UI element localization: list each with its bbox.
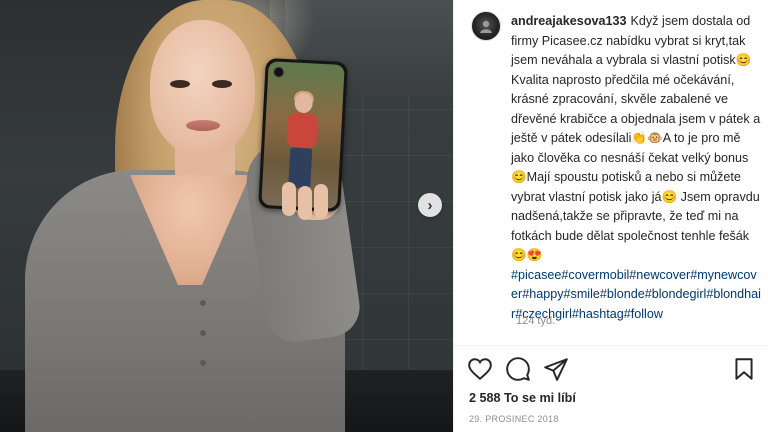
- child-head: [294, 92, 314, 114]
- child-red-jacket: [286, 112, 319, 149]
- caption-text: andreajakesova133 Když jsem dostala od fi…: [511, 12, 761, 321]
- face: [150, 20, 255, 155]
- left-eye: [170, 80, 190, 88]
- post-actions: [467, 356, 757, 384]
- avatar-image: [480, 20, 492, 33]
- right-eye: [212, 80, 232, 88]
- time-ago[interactable]: 124 týd.: [516, 315, 555, 327]
- sweater-button: [200, 330, 206, 336]
- lips: [186, 120, 220, 131]
- bookmark-icon[interactable]: [731, 356, 757, 382]
- post-photo[interactable]: ›: [0, 0, 453, 432]
- comment-icon[interactable]: [505, 356, 531, 382]
- username-link[interactable]: andreajakesova133: [511, 14, 627, 28]
- post-side-panel: andreajakesova133 Když jsem dostala od fi…: [453, 0, 768, 432]
- likes-count[interactable]: 2 588 To se mi líbí: [469, 391, 576, 405]
- sweater-button: [200, 360, 206, 366]
- paper-plane-icon[interactable]: [543, 356, 569, 382]
- heart-icon[interactable]: [467, 356, 493, 382]
- next-photo-button[interactable]: ›: [418, 193, 442, 217]
- post-date[interactable]: 29. PROSINEC 2018: [469, 414, 559, 424]
- chevron-right-icon: ›: [427, 196, 433, 214]
- avatar[interactable]: [471, 11, 501, 41]
- sweater-button: [200, 300, 206, 306]
- divider: [454, 345, 768, 346]
- post-caption: andreajakesova133 Když jsem dostala od fi…: [471, 11, 761, 321]
- finger: [314, 184, 328, 218]
- caption-body: Když jsem dostala od firmy Picasee.cz na…: [511, 14, 761, 262]
- hashtags-link[interactable]: #picasee#covermobil#newcover#mynewcover#…: [511, 268, 761, 321]
- finger: [282, 182, 296, 216]
- finger: [298, 186, 312, 220]
